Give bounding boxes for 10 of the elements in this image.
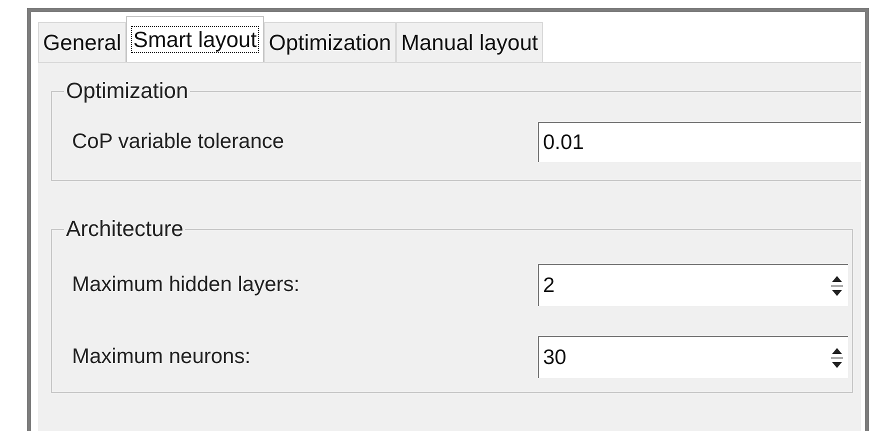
field-label: CoP variable tolerance — [72, 129, 286, 156]
field-label: Maximum neurons: — [72, 344, 252, 370]
text-field[interactable]: 0.01 — [538, 122, 861, 162]
tab[interactable]: Optimization — [264, 22, 396, 62]
tab[interactable]: Manual layout — [396, 22, 544, 62]
tab[interactable]: General — [38, 22, 126, 62]
spin-field[interactable]: 30 — [538, 336, 848, 378]
field-label: Maximum hidden layers: — [72, 272, 301, 298]
tab[interactable]: Smart layout — [126, 16, 264, 62]
spin-field[interactable]: 2 — [538, 264, 848, 306]
